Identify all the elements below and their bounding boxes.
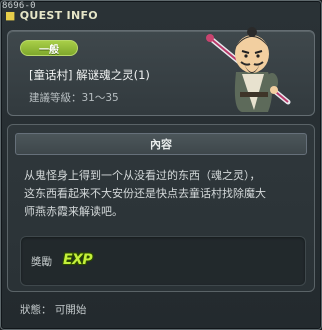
npc-portrait [206,27,291,112]
window-title: ■ QUEST INFO [5,9,98,22]
quest-description: 从鬼怪身上得到一个从没看过的东西（魂之灵）， 这东西看起来不大安份还是快点去童话… [24,169,266,218]
quest-name: [童话村] 解谜魂之灵(1) [29,68,150,82]
window-title-text: QUEST INFO [19,9,98,22]
content-header: 內容 [15,133,307,155]
exp-reward-icon: EXP [63,252,93,268]
quest-status: 狀態： 可開始 [20,304,87,316]
title-bullet-icon: ■ [5,9,16,22]
quest-level-requirement: 建議等級：31～35 [29,92,119,104]
reward-label: 獎勵 [31,256,52,268]
quest-category-badge: 一般 [20,40,78,56]
